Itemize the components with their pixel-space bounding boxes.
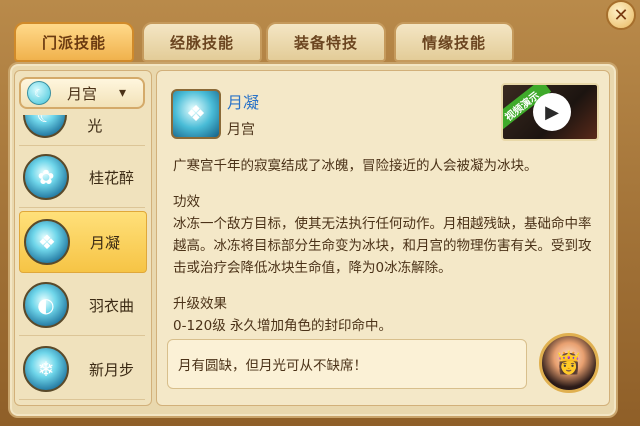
skill-list: ☾ 月影摇光 ✿ 桂花醉 ❖ 月凝 ◐ 羽衣曲 ❄ 新月步 — [15, 115, 151, 405]
chevron-down-icon: ▾ — [119, 85, 127, 101]
play-icon[interactable]: ▶ — [533, 93, 571, 131]
skill-item-new-moon-step[interactable]: ❄ 新月步 — [19, 339, 145, 400]
school-dropdown[interactable]: ☾ 月宫 ▾ — [19, 77, 145, 109]
game-window: 门派技能 经脉技能 装备特技 情缘技能 ✕ ☾ 月宫 ▾ ☾ 月影摇光 ✿ 桂花… — [0, 0, 640, 426]
skill-item-osmanthus[interactable]: ✿ 桂花醉 — [19, 147, 145, 208]
close-button[interactable]: ✕ — [606, 0, 636, 30]
effect-heading: 功效 — [173, 194, 200, 210]
skill-description: 广寒宫千年的寂寞结成了冰魄，冒险接近的人会被凝为冰块。 — [173, 158, 538, 174]
tab-equipment-skills[interactable]: 装备特技 — [266, 22, 386, 62]
skill-item-label: 桂花醉 — [89, 168, 135, 187]
tab-bond-skills[interactable]: 情缘技能 — [394, 22, 514, 62]
skill-item-label: 月凝 — [90, 233, 121, 252]
upgrade-body: 0-120级 永久增加角色的封印命中。 — [173, 318, 393, 334]
ice-crystal-icon: ❖ — [24, 219, 70, 265]
skill-detail: ❖ 月凝 月宫 视频演示 ▶ 广寒宫千年的寂寞结成了冰魄，冒险接近的人会被凝为冰… — [156, 70, 610, 406]
skill-item-moon-freeze[interactable]: ❖ 月凝 — [19, 211, 147, 273]
skill-item-label: 新月步 — [89, 360, 135, 379]
npc-avatar[interactable]: 👸 — [539, 333, 599, 393]
upgrade-heading: 升级效果 — [173, 296, 227, 312]
close-icon: ✕ — [613, 4, 629, 26]
skill-item-moon-shadow[interactable]: ☾ 月影摇光 — [19, 115, 145, 146]
ice-crystal-icon: ❖ — [171, 89, 221, 139]
skill-item-feather-dance[interactable]: ◐ 羽衣曲 — [19, 275, 145, 336]
school-dropdown-label: 月宫 — [67, 84, 98, 103]
feather-swirl-icon: ◐ — [23, 282, 69, 328]
tab-meridian-skills[interactable]: 经脉技能 — [142, 22, 262, 62]
skill-item-label: 月影摇光 — [87, 117, 103, 135]
snowflake-icon: ❄ — [23, 346, 69, 392]
npc-quote: 月有圆缺，但月光可从不缺席！ — [167, 339, 527, 389]
effect-body: 冰冻一个敌方目标，使其无法执行任何动作。月相越残缺，基础命中率越高。冰冻将目标部… — [173, 216, 592, 276]
moon-shadow-icon: ☾ — [23, 115, 68, 138]
video-demo-thumbnail[interactable]: 视频演示 ▶ — [501, 83, 599, 141]
skill-sidebar: ☾ 月宫 ▾ ☾ 月影摇光 ✿ 桂花醉 ❖ 月凝 ◐ 羽衣曲 ❄ 新月 — [14, 70, 152, 406]
osmanthus-icon: ✿ — [23, 154, 69, 200]
crescent-moon-icon: ☾ — [27, 81, 51, 105]
skill-item-label: 羽衣曲 — [89, 296, 135, 315]
skill-school: 月宫 — [227, 122, 255, 138]
skill-title: 月凝 — [227, 93, 260, 112]
tab-sect-skills[interactable]: 门派技能 — [14, 22, 134, 62]
